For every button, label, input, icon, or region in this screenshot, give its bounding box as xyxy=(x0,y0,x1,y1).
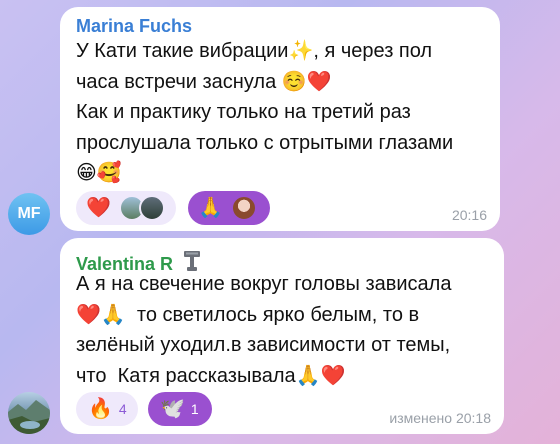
fire-icon: 🔥 xyxy=(88,398,113,420)
reaction-dove[interactable]: 🕊️ 1 xyxy=(148,392,212,426)
message-time: 20:16 xyxy=(451,207,487,223)
message-line: ❤️🙏 то светилось ярко белым, то в xyxy=(76,303,420,326)
sender-name[interactable]: Marina Fuchs xyxy=(76,16,192,37)
message-text: У Кати такие вибрации✨, я через пол часа… xyxy=(76,36,496,189)
reaction-heart[interactable]: ❤️ xyxy=(76,191,176,225)
reaction-count: 4 xyxy=(118,401,127,417)
reaction-pray[interactable]: 🙏 xyxy=(188,191,270,225)
dove-icon: 🕊️ xyxy=(160,398,185,420)
message-line: А я на свечение вокруг головы зависала xyxy=(76,273,452,295)
message-bubble-marina[interactable]: Marina Fuchs У Кати такие вибрации✨, я ч… xyxy=(60,7,500,231)
reaction-fire[interactable]: 🔥 4 xyxy=(76,392,138,426)
message-line: прослушала только с отрытыми глазами xyxy=(76,131,454,154)
reaction-count: 1 xyxy=(190,401,199,417)
message-line: Как и практику только на третий раз xyxy=(76,101,411,123)
folded-hands-icon: 🙏 xyxy=(198,197,223,219)
heart-icon: ❤️ xyxy=(86,197,111,219)
message-line: 😁🥰 xyxy=(76,162,122,184)
avatar-mf[interactable]: MF xyxy=(8,193,50,235)
message-line: часа встречи заснула ☺️❤️ xyxy=(76,70,332,93)
message-line: У Кати такие вибрации✨, я через пол xyxy=(76,40,433,62)
couple-avatar xyxy=(138,195,165,221)
message-line: что Катя рассказывала🙏❤️ xyxy=(76,364,346,387)
time-value: 20:18 xyxy=(455,410,491,426)
message-bubble-valentina[interactable]: Valentina R А я на свечение вокруг голов… xyxy=(60,238,504,434)
avatar-valentina[interactable] xyxy=(8,392,50,434)
message-line: зелёный уходил.в зависимости от темы, xyxy=(76,334,451,356)
landscape-image xyxy=(8,400,50,434)
message-time: изменено 20:18 xyxy=(389,410,491,426)
woman-avatar xyxy=(230,195,257,221)
edited-label: изменено xyxy=(389,410,453,426)
message-text: А я на свечение вокруг головы зависала ❤… xyxy=(76,269,496,391)
